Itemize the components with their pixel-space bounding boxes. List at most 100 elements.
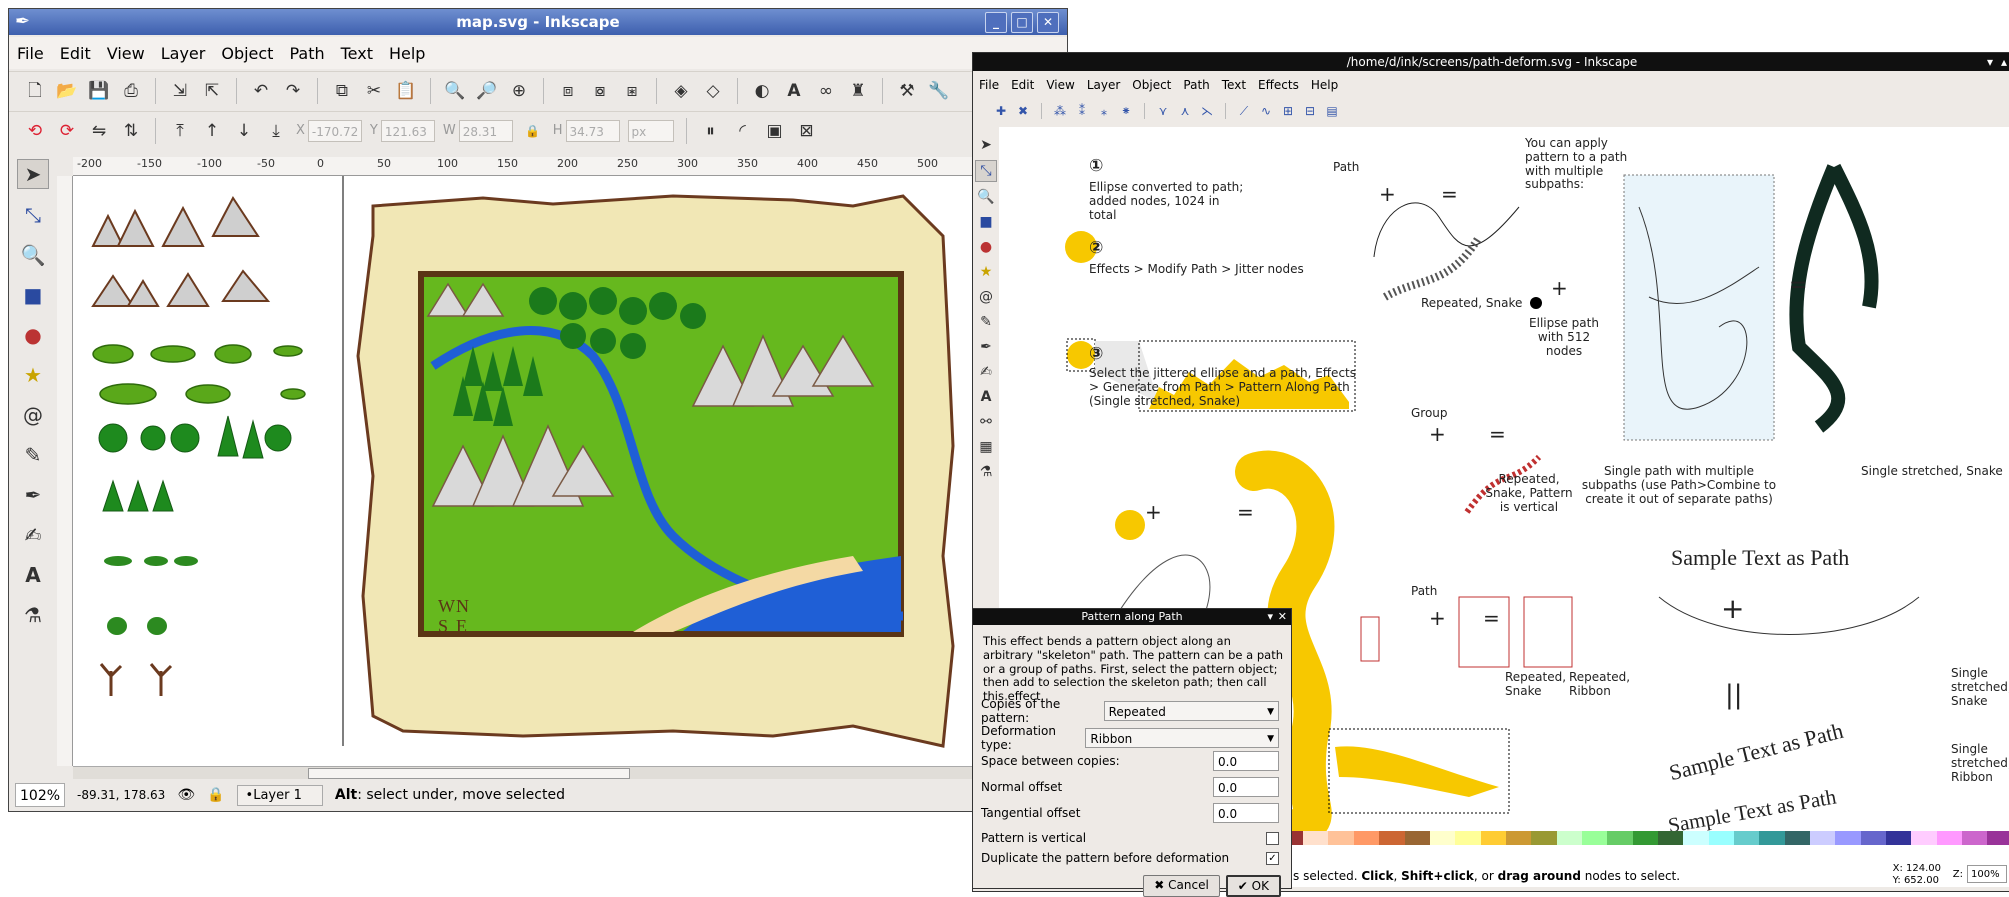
horizontal-scrollbar[interactable] <box>73 766 979 779</box>
calligraphy-tool-2-icon[interactable]: ✍ <box>976 362 996 382</box>
window-title-bar[interactable]: ✒ map.svg - Inkscape _ □ ✕ <box>9 9 1067 35</box>
palette-swatch[interactable] <box>1936 831 1963 845</box>
menu-edit[interactable]: Edit <box>52 44 99 63</box>
layer-select[interactable]: •Layer 1 <box>236 784 323 806</box>
spiral-tool-icon[interactable]: @ <box>18 401 48 429</box>
menu2-help[interactable]: Help <box>1305 78 1344 92</box>
cut-icon[interactable]: ✂ <box>362 79 386 103</box>
duplicate-icon[interactable]: ⧈ <box>556 79 580 103</box>
preferences-icon[interactable]: ⚒ <box>895 79 919 103</box>
smooth-node-icon[interactable]: ⋏ <box>1177 103 1193 119</box>
lower-to-bottom-icon[interactable]: ⤓ <box>264 119 288 143</box>
zoom-tool-icon[interactable]: 🔍 <box>18 241 48 269</box>
star-tool-2-icon[interactable]: ★ <box>976 262 996 282</box>
dialog-title-bar[interactable]: Pattern along Path ▾ ✕ <box>973 609 1291 625</box>
palette-swatch[interactable] <box>1860 831 1887 845</box>
palette-swatch[interactable] <box>1708 831 1734 845</box>
redo-icon[interactable]: ↷ <box>281 79 305 103</box>
palette-swatch[interactable] <box>1455 831 1481 845</box>
menu-path[interactable]: Path <box>281 44 332 63</box>
menu2-file[interactable]: File <box>973 78 1005 92</box>
dropper-tool-2-icon[interactable]: ⚗ <box>976 462 996 482</box>
w-input[interactable]: 28.31 <box>458 119 513 142</box>
palette-swatch[interactable] <box>1987 831 2009 845</box>
move-patterns-icon[interactable]: ⊠ <box>795 119 819 143</box>
menu2-effects[interactable]: Effects <box>1252 78 1305 92</box>
move-gradients-icon[interactable]: ▣ <box>763 119 787 143</box>
pen-tool-2-icon[interactable]: ✒ <box>976 337 996 357</box>
scrollbar-thumb[interactable] <box>308 768 630 779</box>
stroke-to-path-icon[interactable]: ⊟ <box>1302 103 1318 119</box>
node-tool-2-icon[interactable]: ⤡ <box>975 160 997 182</box>
join-segment-icon[interactable]: ⁎ <box>1096 103 1112 119</box>
rectangle-tool-icon[interactable]: ■ <box>18 281 48 309</box>
zoom-selection-icon[interactable]: 🔍 <box>443 79 467 103</box>
object-to-path-icon[interactable]: ⊞ <box>1280 103 1296 119</box>
print-icon[interactable]: ⎙ <box>119 79 143 103</box>
menu2-layer[interactable]: Layer <box>1081 78 1126 92</box>
fill-stroke-icon[interactable]: ◐ <box>750 79 774 103</box>
palette-swatch[interactable] <box>1531 831 1557 845</box>
menu2-view[interactable]: View <box>1040 78 1080 92</box>
delete-segment-icon[interactable]: ⁕ <box>1118 103 1134 119</box>
rotate-cw-icon[interactable]: ⟳ <box>55 119 79 143</box>
copies-select[interactable]: Repeated <box>1103 701 1279 722</box>
palette-swatch[interactable] <box>1657 831 1684 845</box>
zoom-page-icon[interactable]: ⊕ <box>507 79 531 103</box>
star-tool-icon[interactable]: ★ <box>18 361 48 389</box>
pattern-vertical-checkbox[interactable] <box>1266 831 1279 845</box>
export-icon[interactable]: ⇱ <box>200 79 224 103</box>
menu2-text[interactable]: Text <box>1216 78 1252 92</box>
menu2-edit[interactable]: Edit <box>1005 78 1040 92</box>
break-path-icon[interactable]: ⁑ <box>1074 103 1090 119</box>
palette-swatch[interactable] <box>1632 831 1658 845</box>
dialog-close-icon[interactable]: ✕ <box>1278 609 1287 625</box>
pen-tool-icon[interactable]: ✒ <box>18 481 48 509</box>
paste-icon[interactable]: 📋 <box>394 79 418 103</box>
raise-icon[interactable]: ↑ <box>200 119 224 143</box>
raise-to-top-icon[interactable]: ⤒ <box>168 119 192 143</box>
xml-editor-icon[interactable]: ∞ <box>814 79 838 103</box>
palette-swatch[interactable] <box>1556 831 1582 845</box>
palette-swatch[interactable] <box>1886 831 1912 845</box>
duplicate-checkbox[interactable]: ✓ <box>1266 851 1279 865</box>
text-tool-icon[interactable]: A <box>18 561 48 589</box>
palette-swatch[interactable] <box>1962 831 1988 845</box>
maximize-icon[interactable]: □ <box>1011 12 1033 33</box>
layer-lock-icon[interactable]: 🔒 <box>207 787 224 803</box>
palette-swatch[interactable] <box>1480 831 1506 845</box>
x-input[interactable]: -170.72 <box>307 119 362 142</box>
palette-swatch[interactable] <box>1328 831 1354 845</box>
menu-layer[interactable]: Layer <box>153 44 214 63</box>
ellipse-tool-2-icon[interactable]: ● <box>976 237 996 257</box>
palette-swatch[interactable] <box>1505 831 1532 845</box>
gradient-tool-2-icon[interactable]: ▦ <box>976 437 996 457</box>
flip-vertical-icon[interactable]: ⇅ <box>119 119 143 143</box>
segment-line-icon[interactable]: ⟋ <box>1236 103 1252 119</box>
menu-view[interactable]: View <box>99 44 153 63</box>
palette-swatch[interactable] <box>1733 831 1760 845</box>
text-tool-2-icon[interactable]: A <box>976 387 996 407</box>
symmetric-node-icon[interactable]: ⋋ <box>1199 103 1215 119</box>
clone-icon[interactable]: ⧇ <box>588 79 612 103</box>
palette-swatch[interactable] <box>1303 831 1329 845</box>
menu2-path[interactable]: Path <box>1177 78 1215 92</box>
lock-icon[interactable]: 🔒 <box>521 119 545 143</box>
palette-swatch[interactable] <box>1683 831 1709 845</box>
rectangle-tool-2-icon[interactable]: ■ <box>976 212 996 232</box>
segment-curve-icon[interactable]: ∿ <box>1258 103 1274 119</box>
scale-stroke-icon[interactable]: ⏸ <box>699 119 723 143</box>
pencil-tool-2-icon[interactable]: ✎ <box>976 312 996 332</box>
eye-icon[interactable]: 👁 <box>177 787 195 803</box>
delete-node-icon[interactable]: ✖ <box>1015 103 1031 119</box>
unit-value[interactable]: px <box>627 119 674 142</box>
calligraphy-tool-icon[interactable]: ✍ <box>18 521 48 549</box>
normal-offset-input[interactable]: 0.0 <box>1213 777 1279 797</box>
palette-swatch[interactable] <box>1759 831 1785 845</box>
window2-menu-icon[interactable]: ▾ <box>1987 53 1993 71</box>
palette-swatch[interactable] <box>1404 831 1430 845</box>
dropper-tool-icon[interactable]: ⚗ <box>18 601 48 629</box>
unlink-clone-icon[interactable]: ⧆ <box>620 79 644 103</box>
align-distribute-icon[interactable]: ♜ <box>846 79 870 103</box>
menu2-object[interactable]: Object <box>1126 78 1177 92</box>
